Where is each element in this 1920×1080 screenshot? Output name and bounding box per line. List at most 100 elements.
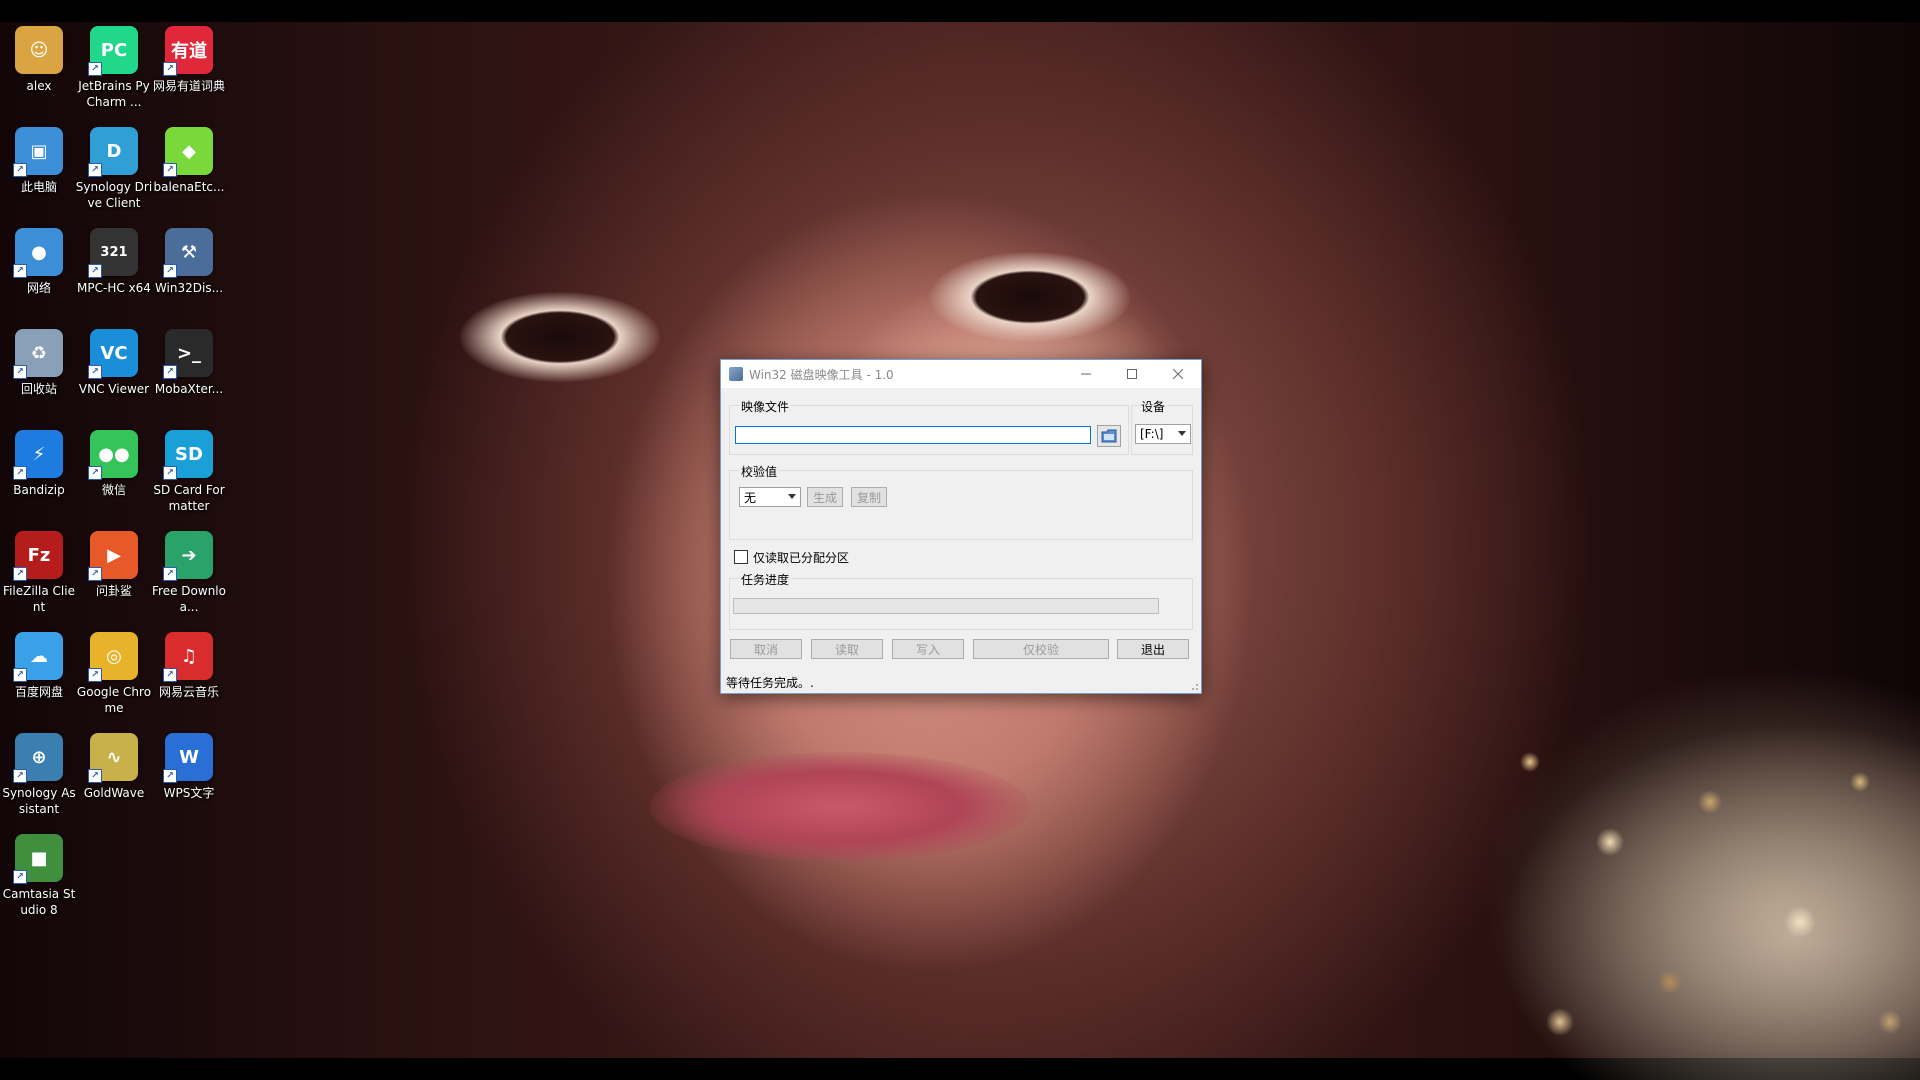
desktop-icon[interactable]: ☺ alex xyxy=(0,26,78,94)
this-pc-icon: ▣ ↗ xyxy=(13,127,63,177)
write-button[interactable]: 写入 xyxy=(892,639,964,659)
shortcut-arrow-icon: ↗ xyxy=(13,163,27,177)
desktop-icon-label: Win32Dis... xyxy=(154,281,224,295)
desktop-icon[interactable]: >_ ↗ MobaXter... xyxy=(150,329,228,397)
image-file-label: 映像文件 xyxy=(739,398,792,415)
desktop-icon[interactable]: ➔ ↗ Free Downloa... xyxy=(150,531,228,615)
shortcut-arrow-icon: ↗ xyxy=(163,567,177,581)
desktop-icon[interactable]: ⊕ ↗ Synology Assistant xyxy=(0,733,78,817)
maximize-icon xyxy=(1127,369,1137,379)
icon-glyph: ◆ xyxy=(182,140,196,162)
camtasia-icon: ■ ↗ xyxy=(13,834,63,884)
icon-glyph: ☺ xyxy=(29,39,49,61)
read-button[interactable]: 读取 xyxy=(811,639,883,659)
desktop-icon[interactable]: ● ↗ 网络 xyxy=(0,228,78,296)
icon-glyph: 321 xyxy=(100,244,128,260)
desktop-icon[interactable]: 有道 ↗ 网易有道词典 xyxy=(150,26,228,94)
maximize-button[interactable] xyxy=(1109,360,1155,388)
icon-glyph: >_ xyxy=(176,342,202,364)
folder-icon xyxy=(1101,429,1117,443)
desktop-icon-label: MobaXter... xyxy=(154,382,224,396)
wechat-icon: ●● ↗ xyxy=(88,430,138,480)
desktop-icon[interactable]: Fz ↗ FileZilla Client xyxy=(0,531,78,615)
youdao-dict-icon: 有道 ↗ xyxy=(163,26,213,76)
desktop-icon-label: 回收站 xyxy=(20,382,57,396)
desktop-icon-label: 网易云音乐 xyxy=(158,685,219,699)
read-only-allocated-label: 仅读取已分配分区 xyxy=(753,551,850,565)
desktop-icon[interactable]: ⚡ ↗ Bandizip xyxy=(0,430,78,498)
device-select-value: [F:\] xyxy=(1140,427,1164,441)
desktop-icon-label: GoldWave xyxy=(83,786,145,800)
shortcut-arrow-icon: ↗ xyxy=(13,264,27,278)
shortcut-arrow-icon: ↗ xyxy=(88,365,102,379)
shortcut-arrow-icon: ↗ xyxy=(13,769,27,783)
desktop-icon[interactable]: ♻ ↗ 回收站 xyxy=(0,329,78,397)
desktop-icon[interactable]: W ↗ WPS文字 xyxy=(150,733,228,801)
mobaxterm-icon: >_ ↗ xyxy=(163,329,213,379)
shortcut-arrow-icon: ↗ xyxy=(88,567,102,581)
generate-button[interactable]: 生成 xyxy=(807,487,843,507)
wallpaper-sequins xyxy=(1500,722,1920,1080)
free-download-manager-icon: ➔ ↗ xyxy=(163,531,213,581)
shortcut-arrow-icon: ↗ xyxy=(88,264,102,278)
progress-label: 任务进度 xyxy=(739,571,792,588)
desktop-icon[interactable]: D ↗ Synology Drive Client xyxy=(75,127,153,211)
progress-bar xyxy=(733,598,1159,614)
shortcut-arrow-icon: ↗ xyxy=(13,870,27,884)
desktop-icon[interactable]: ▶ ↗ 问卦鲨 xyxy=(75,531,153,599)
shortcut-arrow-icon: ↗ xyxy=(88,668,102,682)
icon-glyph: Fz xyxy=(27,544,51,566)
copy-button[interactable]: 复制 xyxy=(851,487,887,507)
desktop-icon[interactable]: ▣ ↗ 此电脑 xyxy=(0,127,78,195)
browse-button[interactable] xyxy=(1097,425,1121,447)
wallpaper-eye-right xyxy=(930,252,1130,342)
desktop-icon[interactable]: SD ↗ SD Card Formatter xyxy=(150,430,228,514)
desktop-icon[interactable]: ♫ ↗ 网易云音乐 xyxy=(150,632,228,700)
minimize-button[interactable] xyxy=(1063,360,1109,388)
desktop-icon[interactable]: VC ↗ VNC Viewer xyxy=(75,329,153,397)
close-button[interactable] xyxy=(1155,360,1201,388)
desktop-icon[interactable]: ☁ ↗ 百度网盘 xyxy=(0,632,78,700)
icon-glyph: 有道 xyxy=(171,41,207,62)
desktop-icon-label: Google Chrome xyxy=(76,685,152,715)
device-select[interactable]: [F:\] xyxy=(1135,424,1191,444)
desktop-icon[interactable]: PC ↗ JetBrains PyCharm ... xyxy=(75,26,153,110)
resize-grip[interactable] xyxy=(1189,681,1199,691)
verify-only-button[interactable]: 仅校验 xyxy=(973,639,1109,659)
titlebar[interactable]: Win32 磁盘映像工具 - 1.0 xyxy=(721,360,1201,388)
desktop-icon-label: Synology Assistant xyxy=(2,786,76,816)
device-label: 设备 xyxy=(1139,398,1168,415)
window-title: Win32 磁盘映像工具 - 1.0 xyxy=(749,367,894,382)
vnc-viewer-icon: VC ↗ xyxy=(88,329,138,379)
shortcut-arrow-icon: ↗ xyxy=(163,769,177,783)
desktop-icon[interactable]: ◎ ↗ Google Chrome xyxy=(75,632,153,716)
desktop-icon-label: JetBrains PyCharm ... xyxy=(78,79,150,109)
sd-card-formatter-icon: SD ↗ xyxy=(163,430,213,480)
synology-drive-icon: D ↗ xyxy=(88,127,138,177)
shortcut-arrow-icon: ↗ xyxy=(163,668,177,682)
wps-writer-icon: W ↗ xyxy=(163,733,213,783)
cancel-button[interactable]: 取消 xyxy=(730,639,802,659)
desktop-icon[interactable]: ●● ↗ 微信 xyxy=(75,430,153,498)
read-only-allocated-checkbox[interactable] xyxy=(734,550,748,564)
shortcut-arrow-icon: ↗ xyxy=(88,163,102,177)
shortcut-arrow-icon: ↗ xyxy=(88,769,102,783)
minimize-icon xyxy=(1081,373,1091,375)
desktop-icon-label: 网易有道词典 xyxy=(152,79,225,93)
desktop-icon[interactable]: ■ ↗ Camtasia Studio 8 xyxy=(0,834,78,918)
netease-music-icon: ♫ ↗ xyxy=(163,632,213,682)
desktop-icon[interactable]: ⚒ ↗ Win32Dis... xyxy=(150,228,228,296)
image-file-input[interactable] xyxy=(735,426,1091,444)
exit-button[interactable]: 退出 xyxy=(1117,639,1189,659)
shortcut-arrow-icon: ↗ xyxy=(163,163,177,177)
win32-disk-imager-icon: ⚒ ↗ xyxy=(163,228,213,278)
desktop-icon[interactable]: 321 ↗ MPC-HC x64 xyxy=(75,228,153,296)
icon-glyph: ▶ xyxy=(107,544,121,566)
wallpaper-eye-left xyxy=(460,292,660,382)
hash-type-select[interactable]: 无 xyxy=(739,487,801,507)
desktop-icon[interactable]: ∿ ↗ GoldWave xyxy=(75,733,153,801)
win32-disk-imager-window: Win32 磁盘映像工具 - 1.0 映像文件 设备 [F:\] 校验值 无 生… xyxy=(720,359,1202,694)
desktop-icon-label: 微信 xyxy=(101,483,126,497)
desktop-icon[interactable]: ◆ ↗ balenaEtc... xyxy=(150,127,228,195)
close-icon xyxy=(1173,369,1183,379)
